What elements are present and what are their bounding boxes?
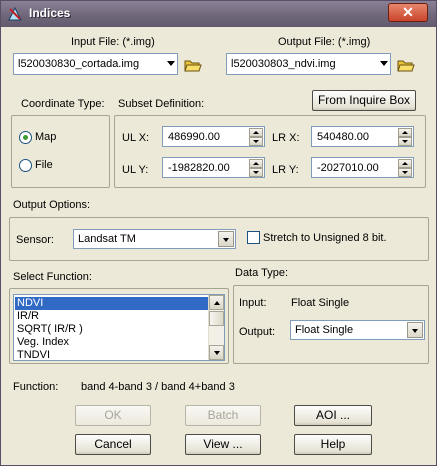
function-listbox[interactable]: NDVI IR/R SQRT( IR/R ) Veg. Index TNDVI xyxy=(13,294,225,361)
map-radio-label[interactable]: Map xyxy=(35,131,56,143)
spin-up-icon[interactable] xyxy=(398,128,412,137)
file-radio-label[interactable]: File xyxy=(35,159,53,171)
chevron-down-icon[interactable] xyxy=(380,61,388,66)
output-options-label: Output Options: xyxy=(13,199,91,211)
lry-value: -2027010.00 xyxy=(317,162,379,174)
indices-dialog: Indices ✕ Input File: (*.img) Output Fil… xyxy=(0,0,437,466)
spin-down-icon[interactable] xyxy=(249,137,263,146)
output-file-label: Output File: (*.img) xyxy=(278,36,371,48)
lrx-value: 540480.00 xyxy=(317,131,369,143)
chevron-down-icon[interactable] xyxy=(407,322,423,338)
input-file-label: Input File: (*.img) xyxy=(71,36,155,48)
help-button[interactable]: Help xyxy=(294,434,372,455)
chevron-down-icon[interactable] xyxy=(167,61,175,66)
uly-field[interactable]: -1982820.00 xyxy=(162,157,265,178)
spin-up-icon[interactable] xyxy=(398,159,412,168)
spin-down-icon[interactable] xyxy=(249,168,263,177)
scroll-thumb[interactable] xyxy=(209,311,224,326)
input-file-field[interactable]: l520030830_cortada.img xyxy=(13,53,178,75)
file-radio[interactable] xyxy=(19,159,32,172)
sensor-value: Landsat TM xyxy=(78,233,136,245)
output-file-value: l520030803_ndvi.img xyxy=(231,58,336,70)
close-button[interactable]: ✕ xyxy=(388,3,428,22)
ulx-value: 486990.00 xyxy=(168,131,220,143)
output-options-group: Sensor: Landsat TM Stretch to Unsigned 8… xyxy=(9,217,429,261)
lrx-field[interactable]: 540480.00 xyxy=(311,126,414,147)
list-item[interactable]: SQRT( IR/R ) xyxy=(15,323,83,336)
spin-down-icon[interactable] xyxy=(398,168,412,177)
output-type-value: Float Single xyxy=(295,324,354,336)
ulx-field[interactable]: 486990.00 xyxy=(162,126,265,147)
sensor-select[interactable]: Landsat TM xyxy=(73,229,236,249)
spin-up-icon[interactable] xyxy=(249,128,263,137)
aoi-button[interactable]: AOI ... xyxy=(294,405,372,426)
open-folder-icon[interactable] xyxy=(397,57,415,73)
stretch-checkbox[interactable] xyxy=(247,231,260,244)
ulx-label: UL X: xyxy=(122,132,150,144)
output-type-label: Output: xyxy=(239,326,276,338)
subset-group: UL X: 486990.00 UL Y: -1982820.00 LR X: … xyxy=(114,115,426,188)
open-folder-icon[interactable] xyxy=(184,57,202,73)
stretch-label[interactable]: Stretch to Unsigned 8 bit. xyxy=(263,232,387,244)
input-type-value: Float Single xyxy=(291,297,350,309)
coordinate-type-label: Coordinate Type: xyxy=(21,98,105,110)
cancel-button[interactable]: Cancel xyxy=(75,434,151,455)
select-function-group: NDVI IR/R SQRT( IR/R ) Veg. Index TNDVI xyxy=(9,288,229,364)
view-button[interactable]: View ... xyxy=(185,434,261,455)
select-function-label: Select Function: xyxy=(13,271,92,283)
subset-definition-label: Subset Definition: xyxy=(118,98,205,110)
chevron-down-icon[interactable] xyxy=(218,231,234,247)
list-item[interactable]: Veg. Index xyxy=(15,336,69,349)
input-file-value: l520030830_cortada.img xyxy=(18,58,140,70)
indices-app-icon xyxy=(8,6,22,21)
data-type-group: Input: Float Single Output: Float Single xyxy=(233,285,429,364)
title-bar[interactable]: Indices ✕ xyxy=(1,1,436,27)
lry-label: LR Y: xyxy=(272,164,299,176)
input-type-label: Input: xyxy=(239,297,267,309)
data-type-label: Data Type: xyxy=(235,267,288,279)
function-list-scrollbar[interactable] xyxy=(208,295,224,360)
output-file-field[interactable]: l520030803_ndvi.img xyxy=(226,53,391,75)
scroll-down-icon[interactable] xyxy=(209,345,224,360)
list-item[interactable]: IR/R xyxy=(15,310,39,323)
uly-value: -1982820.00 xyxy=(168,162,230,174)
sensor-label: Sensor: xyxy=(16,234,54,246)
list-item[interactable]: TNDVI xyxy=(15,349,50,360)
from-inquire-box-button[interactable]: From Inquire Box xyxy=(312,90,416,111)
function-expression: band 4-band 3 / band 4+band 3 xyxy=(81,381,235,393)
function-label: Function: xyxy=(13,381,59,393)
lrx-label: LR X: xyxy=(272,132,300,144)
ok-button[interactable]: OK xyxy=(75,405,151,426)
scroll-up-icon[interactable] xyxy=(209,295,224,310)
map-radio[interactable] xyxy=(19,131,32,144)
uly-label: UL Y: xyxy=(122,164,149,176)
spin-up-icon[interactable] xyxy=(249,159,263,168)
coordinate-type-group: Map File xyxy=(11,115,110,188)
lry-field[interactable]: -2027010.00 xyxy=(311,157,414,178)
output-type-select[interactable]: Float Single xyxy=(290,320,425,340)
batch-button[interactable]: Batch xyxy=(185,405,261,426)
window-title: Indices xyxy=(29,6,71,20)
list-item[interactable]: NDVI xyxy=(15,297,208,310)
spin-down-icon[interactable] xyxy=(398,137,412,146)
